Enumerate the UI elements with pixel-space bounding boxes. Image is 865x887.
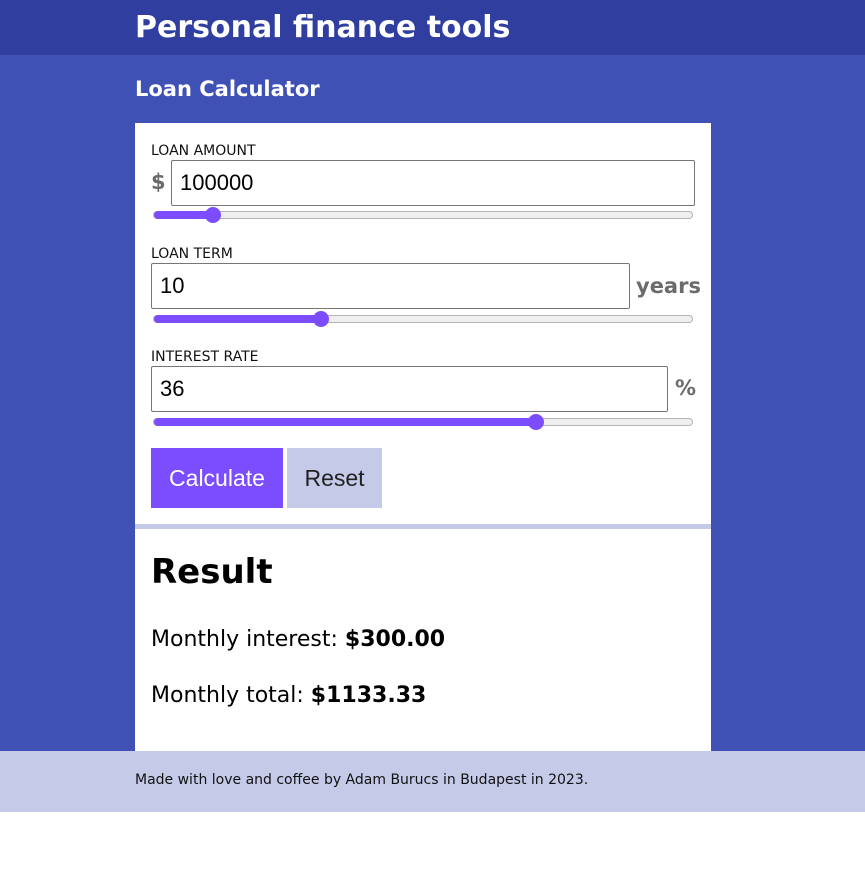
loan-term-slider-thumb[interactable] [313, 311, 329, 327]
app-header: Personal finance tools [0, 0, 865, 55]
interest-rate-input[interactable] [151, 366, 668, 412]
loan-amount-slider-thumb[interactable] [205, 207, 221, 223]
loan-amount-input[interactable] [171, 160, 695, 206]
dollar-prefix: $ [151, 170, 166, 194]
monthly-interest-label: Monthly interest: [151, 627, 338, 652]
years-suffix: years [636, 274, 701, 298]
monthly-total-value: $1133.33 [310, 683, 427, 708]
loan-term-slider-fill [154, 315, 321, 323]
calculate-button[interactable]: Calculate [151, 448, 283, 508]
loan-form: LOAN AMOUNT $ LOAN TERM years INTEREST R… [135, 123, 711, 524]
reset-button[interactable]: Reset [287, 448, 382, 508]
monthly-total-label: Monthly total: [151, 683, 304, 708]
loan-term-slider[interactable] [153, 311, 693, 327]
footer: Made with love and coffee by Adam Burucs… [0, 751, 865, 812]
page-title: Loan Calculator [135, 77, 320, 101]
result-panel: Result Monthly interest: $300.00 Monthly… [135, 529, 711, 751]
interest-rate-slider-fill [154, 418, 536, 426]
loan-term-label: LOAN TERM [151, 246, 233, 262]
percent-suffix: % [675, 376, 697, 400]
monthly-interest-value: $300.00 [344, 627, 446, 652]
interest-rate-label: INTEREST RATE [151, 349, 259, 365]
loan-amount-label: LOAN AMOUNT [151, 143, 256, 159]
interest-rate-slider[interactable] [153, 414, 693, 430]
app-title: Personal finance tools [135, 10, 511, 45]
result-title: Result [151, 552, 273, 592]
footer-text: Made with love and coffee by Adam Burucs… [135, 772, 589, 788]
loan-amount-slider[interactable] [153, 207, 693, 223]
interest-rate-slider-thumb[interactable] [528, 414, 544, 430]
loan-term-input[interactable] [151, 263, 630, 309]
monthly-total-line: Monthly total: $1133.33 [151, 682, 426, 710]
monthly-interest-line: Monthly interest: $300.00 [151, 626, 445, 654]
